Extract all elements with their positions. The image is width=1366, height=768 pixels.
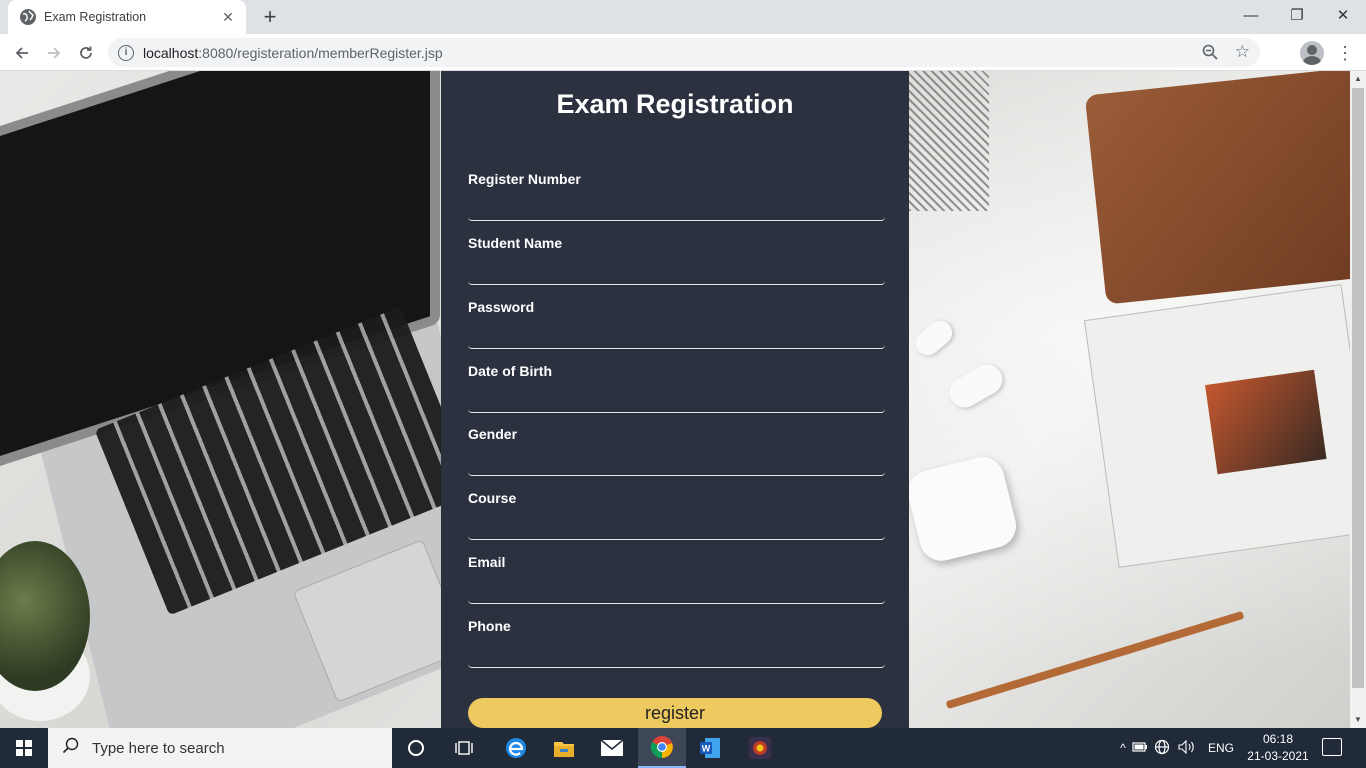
- background-wallet: [1084, 71, 1350, 305]
- close-window-button[interactable]: ✕: [1320, 0, 1366, 30]
- system-clock[interactable]: 06:18 21-03-2021: [1240, 731, 1316, 765]
- newspaper-photo: [1205, 369, 1327, 475]
- background-earbud-case: [903, 452, 1021, 566]
- student-name-label: Student Name: [468, 235, 563, 251]
- password-field: Password: [468, 299, 885, 351]
- tab-title: Exam Registration: [44, 10, 147, 24]
- background-earbud: [910, 315, 958, 361]
- chrome-icon[interactable]: [638, 728, 686, 768]
- search-icon: [62, 737, 80, 760]
- scroll-up-arrow-icon[interactable]: ▲: [1350, 71, 1366, 87]
- windows-taskbar: Type here to search W ^ ENG 06:18 21-03-…: [0, 728, 1366, 768]
- phone-input[interactable]: [468, 640, 885, 668]
- tab-exam-registration[interactable]: Exam Registration ✕: [8, 0, 246, 34]
- word-icon[interactable]: W: [686, 728, 734, 768]
- battery-icon[interactable]: [1132, 741, 1154, 756]
- windows-logo-icon: [16, 740, 32, 756]
- task-view-icon[interactable]: [440, 728, 488, 768]
- email-field: Email: [468, 554, 885, 606]
- email-label: Email: [468, 554, 506, 570]
- mail-icon[interactable]: [588, 728, 636, 768]
- zoom-icon[interactable]: [1202, 44, 1218, 63]
- gender-label: Gender: [468, 426, 518, 442]
- forward-arrow-icon[interactable]: [41, 40, 67, 66]
- date-of-birth-input[interactable]: [468, 385, 885, 413]
- student-name-field: Student Name: [468, 235, 885, 287]
- course-input[interactable]: [468, 512, 885, 540]
- date-of-birth-field: Date of Birth: [468, 363, 885, 415]
- chevron-up-icon[interactable]: ^: [1114, 741, 1132, 755]
- url-host: localhost: [143, 44, 199, 61]
- cortana-icon[interactable]: [392, 728, 440, 768]
- start-button[interactable]: [0, 728, 48, 768]
- background-pencil: [945, 610, 1245, 710]
- bookmark-star-icon[interactable]: ☆: [1235, 42, 1250, 62]
- gender-input[interactable]: [468, 448, 885, 476]
- profile-avatar-icon[interactable]: [1300, 41, 1324, 65]
- restore-button[interactable]: ❐: [1274, 0, 1320, 30]
- registration-form: Exam Registration Register Number Studen…: [441, 71, 909, 728]
- email-input[interactable]: [468, 576, 885, 604]
- course-field: Course: [468, 490, 885, 542]
- date-of-birth-label: Date of Birth: [468, 363, 552, 379]
- background-tray: [909, 71, 989, 211]
- register-number-input[interactable]: [468, 193, 885, 221]
- taskbar-search-box[interactable]: Type here to search: [48, 728, 392, 768]
- background-newspaper: [1083, 284, 1350, 568]
- page-viewport: Exam Registration Register Number Studen…: [0, 71, 1350, 728]
- register-number-field: Register Number: [468, 171, 885, 223]
- page-scrollbar[interactable]: ▲ ▼: [1350, 71, 1366, 728]
- search-placeholder: Type here to search: [92, 739, 225, 757]
- register-number-label: Register Number: [468, 171, 581, 187]
- reload-icon[interactable]: [73, 40, 99, 66]
- gender-field: Gender: [468, 426, 885, 478]
- phone-label: Phone: [468, 618, 511, 634]
- course-label: Course: [468, 490, 517, 506]
- globe-icon: [20, 9, 36, 25]
- url-text: localhost:8080/registeration/memberRegis…: [143, 45, 1260, 61]
- new-tab-button[interactable]: +: [258, 5, 282, 29]
- tab-close-icon[interactable]: ✕: [220, 9, 236, 26]
- browser-toolbar: i localhost:8080/registeration/memberReg…: [0, 34, 1366, 71]
- system-tray: ^ ENG: [1114, 728, 1234, 768]
- volume-icon[interactable]: [1178, 739, 1204, 757]
- address-bar[interactable]: i localhost:8080/registeration/memberReg…: [108, 38, 1260, 67]
- notification-center-icon[interactable]: [1322, 738, 1342, 756]
- more-menu-icon[interactable]: ⋮: [1336, 40, 1354, 66]
- file-explorer-icon[interactable]: [540, 728, 588, 768]
- tab-strip: Exam Registration ✕ + — ❐ ✕: [0, 0, 1366, 34]
- password-label: Password: [468, 299, 535, 315]
- app-icon[interactable]: [736, 728, 784, 768]
- student-name-input[interactable]: [468, 257, 885, 285]
- site-info-icon[interactable]: i: [118, 44, 134, 61]
- back-arrow-icon[interactable]: [9, 40, 35, 66]
- svg-text:W: W: [702, 744, 711, 754]
- background-earbud: [944, 359, 1008, 413]
- minimize-button[interactable]: —: [1228, 0, 1274, 30]
- scrollbar-thumb[interactable]: [1352, 88, 1364, 688]
- phone-field: Phone: [468, 618, 885, 670]
- clock-date: 21-03-2021: [1247, 749, 1309, 763]
- register-button[interactable]: register: [468, 698, 882, 728]
- edge-icon[interactable]: [492, 728, 540, 768]
- password-input[interactable]: [468, 321, 885, 349]
- network-globe-icon[interactable]: [1154, 739, 1178, 758]
- url-path: :8080/registeration/memberRegister.jsp: [198, 44, 443, 61]
- scroll-down-arrow-icon[interactable]: ▼: [1350, 712, 1366, 728]
- clock-time: 06:18: [1262, 732, 1294, 746]
- language-indicator[interactable]: ENG: [1204, 741, 1234, 755]
- page-title: Exam Registration: [556, 89, 794, 119]
